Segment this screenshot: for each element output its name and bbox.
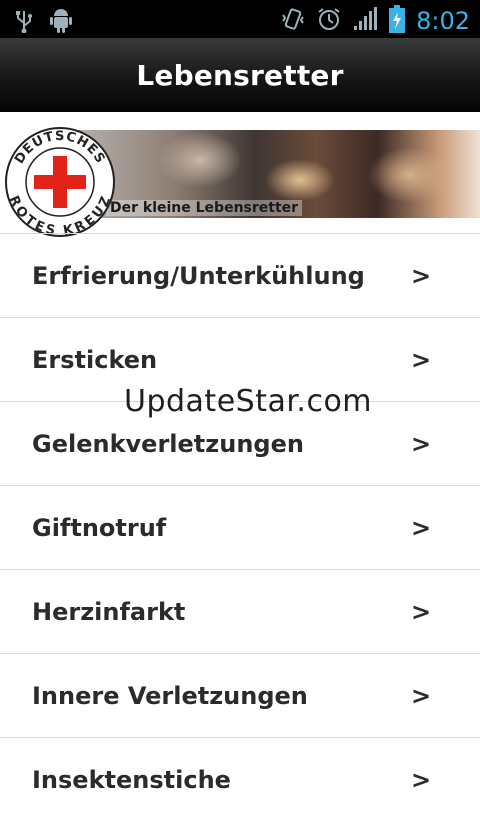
list-item-label: Innere Verletzungen [32, 681, 308, 710]
chevron-right-icon: > [411, 597, 432, 626]
list-item[interactable]: Innere Verletzungen > [0, 653, 480, 737]
chevron-right-icon: > [411, 261, 432, 290]
status-bar: 8:02 [0, 0, 480, 38]
list-item[interactable]: Erfrierung/Unterkühlung > [0, 233, 480, 317]
banner: Der kleine Lebensretter DEUTSCHES ROTES … [0, 112, 480, 239]
alarm-icon [316, 6, 342, 36]
red-cross-logo: DEUTSCHES ROTES KREUZ [4, 126, 116, 239]
app-title-bar: Lebensretter [0, 38, 480, 113]
list-item-label: Insektenstiche [32, 765, 231, 794]
page-title: Lebensretter [136, 58, 344, 92]
chevron-right-icon: > [411, 765, 432, 794]
battery-charging-icon [388, 4, 406, 38]
list-item[interactable]: Insektenstiche > [0, 737, 480, 821]
chevron-right-icon: > [411, 513, 432, 542]
list-item-label: Gelenkverletzungen [32, 429, 304, 458]
android-debug-icon [48, 6, 74, 38]
chevron-right-icon: > [411, 681, 432, 710]
vibrate-icon [280, 6, 306, 36]
chevron-right-icon: > [411, 429, 432, 458]
banner-caption: Der kleine Lebensretter [106, 200, 303, 216]
list-item-label: Ersticken [32, 345, 158, 374]
signal-icon [352, 6, 378, 36]
list-item-label: Herzinfarkt [32, 597, 186, 626]
topic-list: Erfrierung/Unterkühlung > Ersticken > Ge… [0, 233, 480, 821]
watermark: UpdateStar.com [124, 384, 373, 419]
list-item-label: Erfrierung/Unterkühlung [32, 261, 365, 290]
list-item[interactable]: Giftnotruf > [0, 485, 480, 569]
usb-icon [14, 7, 34, 37]
list-item[interactable]: Herzinfarkt > [0, 569, 480, 653]
clock: 8:02 [416, 7, 470, 35]
chevron-right-icon: > [411, 345, 432, 374]
list-item-label: Giftnotruf [32, 513, 167, 542]
